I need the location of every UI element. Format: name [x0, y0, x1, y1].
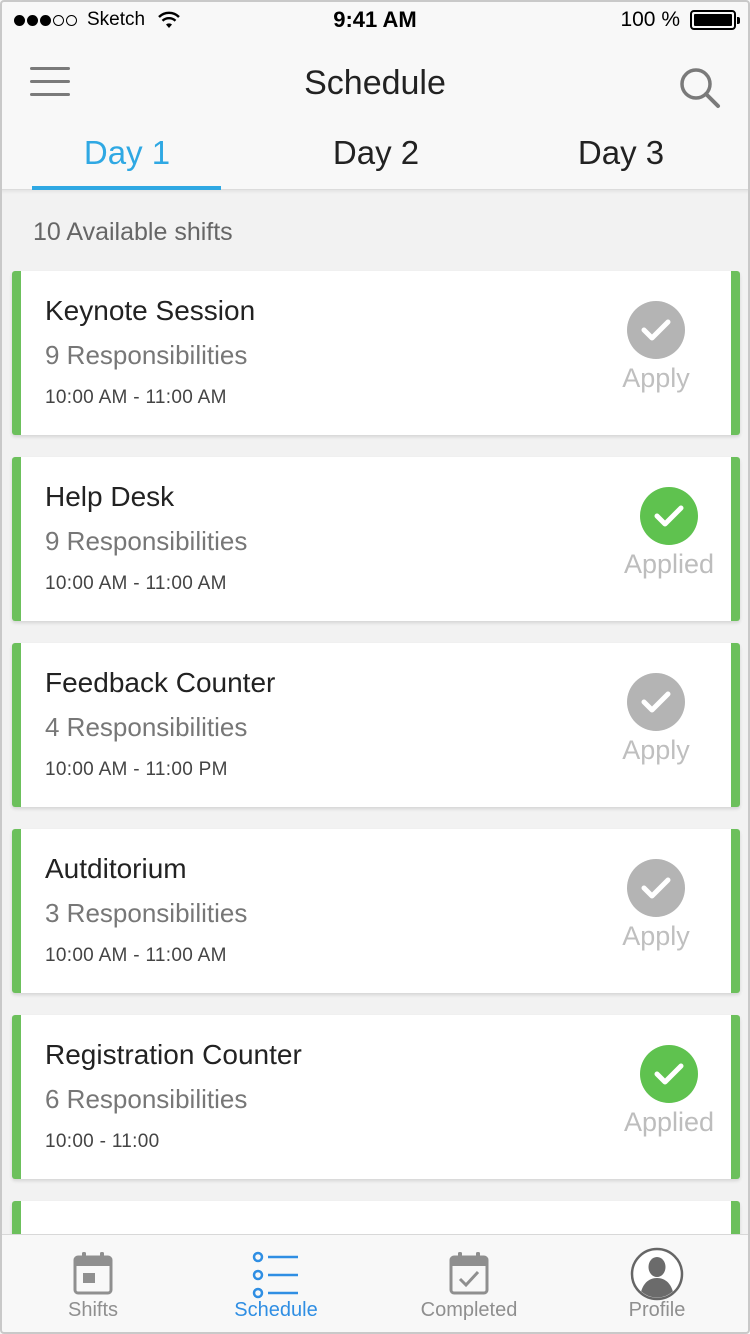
shift-title: Keynote Session	[45, 295, 256, 326]
tab-shifts[interactable]: Shifts	[13, 1235, 173, 1334]
shift-card[interactable]: Keynote Session 9 Responsibilities 10:00…	[12, 271, 740, 435]
tab-label: Shifts	[67, 1299, 119, 1321]
tab-label: Schedule	[234, 1299, 318, 1321]
battery-percent: 100 %	[620, 8, 680, 31]
page-title: Schedule	[304, 64, 446, 102]
status-bar: Sketch 9:41 AM 100 %	[0, 0, 750, 40]
tab-completed[interactable]: Completed	[389, 1235, 549, 1334]
apply-button[interactable]: Apply	[601, 301, 711, 394]
battery-level	[694, 14, 732, 26]
apply-label: Apply	[622, 363, 690, 393]
shift-time: 10:00 AM - 11:00 AM	[45, 573, 227, 594]
shift-time: 10:00 AM - 11:00 AM	[45, 387, 227, 408]
apply-button[interactable]: Apply	[601, 859, 711, 952]
check-circle-icon	[640, 487, 698, 545]
battery-icon	[690, 10, 740, 30]
applied-button[interactable]: Applied	[617, 1045, 721, 1138]
apply-label: Apply	[622, 735, 690, 765]
tab-day-1[interactable]: Day 1	[32, 134, 222, 172]
tab-day-2[interactable]: Day 2	[281, 134, 471, 172]
status-bar-right: 100 %	[620, 8, 740, 32]
tab-profile[interactable]: Profile	[577, 1235, 737, 1334]
applied-label: Applied	[623, 1107, 715, 1137]
check-circle-icon	[627, 673, 685, 731]
applied-label: Applied	[623, 549, 715, 579]
shift-responsibilities: 6 Responsibilities	[45, 1084, 248, 1114]
calendar-check-icon	[449, 1252, 489, 1295]
day-tabs: Day 1 Day 2 Day 3	[0, 130, 750, 190]
shift-responsibilities: 3 Responsibilities	[45, 898, 248, 928]
check-circle-icon	[640, 1045, 698, 1103]
shift-title: Feedback Counter	[45, 667, 276, 698]
shift-responsibilities: 4 Responsibilities	[45, 712, 248, 742]
shift-time: 10:00 AM - 11:00 PM	[45, 759, 228, 780]
tab-schedule[interactable]: Schedule	[196, 1235, 356, 1334]
profile-avatar-icon	[630, 1247, 684, 1301]
shift-title: Registration Counter	[45, 1039, 302, 1070]
tab-label: Completed	[420, 1299, 518, 1321]
tab-label: Profile	[628, 1299, 686, 1321]
applied-button[interactable]: Applied	[617, 487, 721, 580]
search-icon[interactable]	[678, 66, 722, 110]
check-circle-icon	[627, 859, 685, 917]
shift-responsibilities: 9 Responsibilities	[45, 526, 248, 556]
shift-title: Autditorium	[45, 853, 187, 884]
available-shifts-count: 10 Available shifts	[33, 218, 233, 246]
shift-card[interactable]: Help Desk 9 Responsibilities 10:00 AM - …	[12, 457, 740, 621]
list-icon	[252, 1251, 298, 1299]
shift-time: 10:00 AM - 11:00 AM	[45, 945, 227, 966]
shift-time: 10:00 - 11:00	[45, 1131, 160, 1152]
apply-label: Apply	[622, 921, 690, 951]
shift-title: Help Desk	[45, 481, 175, 512]
app-header: Schedule Day 1 Day 2 Day 3	[0, 40, 750, 190]
shift-card[interactable]: Registration Counter 6 Responsibilities …	[12, 1015, 740, 1179]
shift-card[interactable]: Feedback Counter 4 Responsibilities 10:0…	[12, 643, 740, 807]
calendar-icon	[73, 1252, 113, 1295]
bottom-tab-bar: Shifts Schedule Completed Profile	[0, 1234, 750, 1334]
shift-responsibilities: 9 Responsibilities	[45, 340, 248, 370]
apply-button[interactable]: Apply	[601, 673, 711, 766]
tab-day-3[interactable]: Day 3	[526, 134, 716, 172]
check-circle-icon	[627, 301, 685, 359]
shift-card[interactable]: Autditorium 3 Responsibilities 10:00 AM …	[12, 829, 740, 993]
active-tab-indicator	[32, 186, 221, 190]
